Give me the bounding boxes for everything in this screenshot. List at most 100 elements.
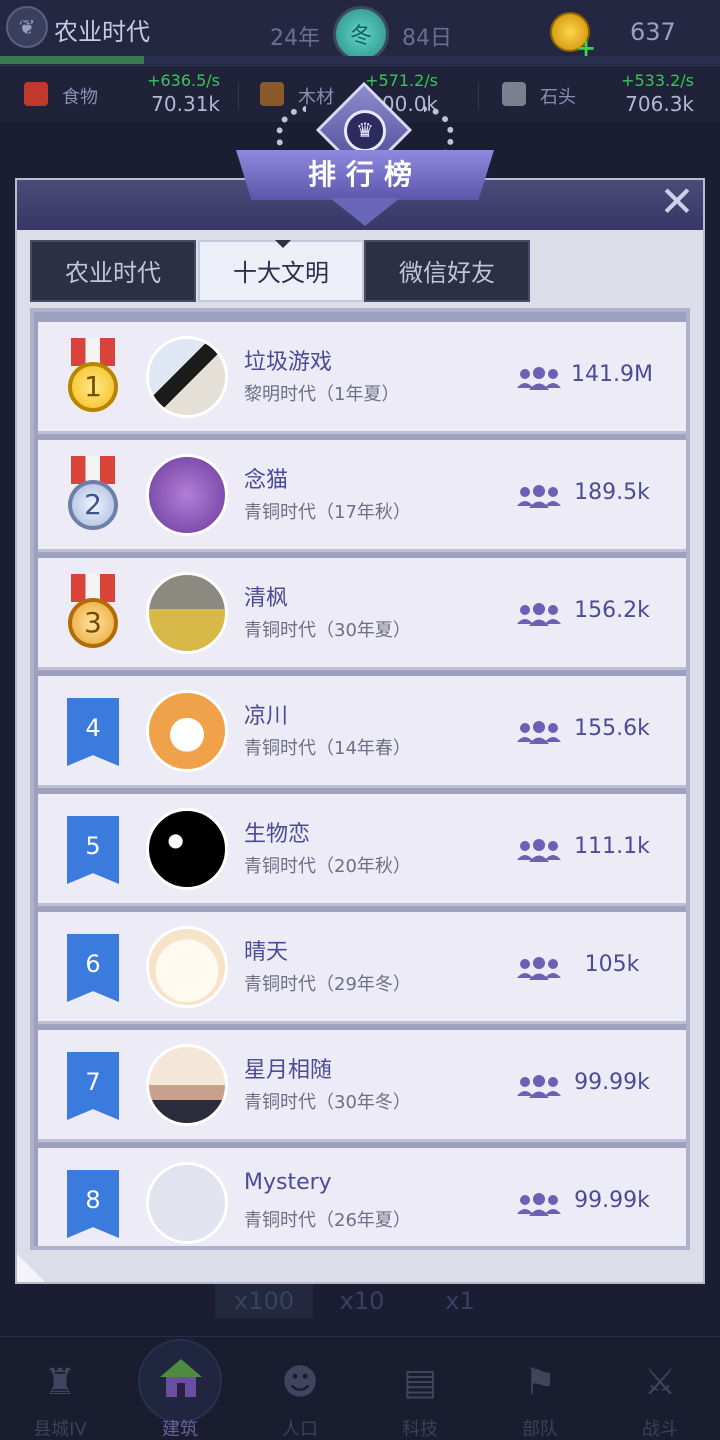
resource-stone[interactable]: 石头 +533.2/s 706.3k [502, 66, 694, 122]
player-era: 青铜时代（20年秋） [244, 856, 411, 877]
avatar[interactable] [146, 1162, 228, 1244]
population-value: 156.2k [574, 598, 650, 623]
nav-population[interactable]: ☻ 人口 [240, 1337, 360, 1440]
leaderboard-list[interactable]: 1 垃圾游戏 黎明时代（1年夏） 141.9M 2 念猫 青铜时代（17年秋） [30, 308, 690, 1250]
house-icon [160, 1359, 202, 1397]
gold-amount: 637 [630, 18, 676, 46]
rank-number: 2 [68, 480, 118, 530]
speed-x100[interactable]: x100 [215, 1284, 313, 1318]
player-name: 凉川 [244, 704, 289, 729]
avatar[interactable] [146, 808, 228, 890]
resource-amount: 70.31k [151, 92, 220, 116]
leaderboard-row[interactable]: 2 念猫 青铜时代（17年秋） 189.5k [38, 440, 686, 552]
avatar[interactable] [146, 454, 228, 536]
resource-name: 食物 [62, 87, 98, 108]
nav-label: 部队 [522, 1419, 558, 1440]
population-value: 99.99k [574, 1188, 650, 1213]
year-label: 24年 [270, 26, 320, 51]
leaderboard-row[interactable]: 3 清枫 青铜时代（30年夏） 156.2k [38, 558, 686, 670]
tab-top-ten-civilizations[interactable]: 十大文明 [198, 240, 364, 302]
gold-medal-icon: 1 [68, 338, 118, 418]
population-icon [517, 367, 561, 390]
player-name: 晴天 [244, 940, 289, 965]
population-icon [517, 603, 561, 626]
leaderboard-row[interactable]: 1 垃圾游戏 黎明时代（1年夏） 141.9M [38, 322, 686, 434]
nav-building[interactable]: 建筑 [120, 1337, 240, 1440]
era-progress-bar [0, 56, 720, 64]
era-name: 农业时代 [54, 18, 150, 46]
player-era: 青铜时代（30年夏） [244, 620, 411, 641]
resource-amount: 706.3k [625, 92, 694, 116]
silver-medal-icon: 2 [68, 456, 118, 536]
avatar[interactable] [146, 926, 228, 1008]
food-icon [24, 82, 48, 106]
resource-rate: +636.5/s [147, 71, 220, 90]
population-icon [517, 839, 561, 862]
avatar[interactable] [146, 572, 228, 654]
resource-name: 石头 [540, 87, 576, 108]
speed-x1[interactable]: x1 [411, 1284, 509, 1318]
rank-flag: 7 [67, 1052, 119, 1120]
tab-agricultural-era[interactable]: 农业时代 [30, 240, 196, 302]
population-value: 141.9M [571, 362, 653, 387]
rank-flag: 5 [67, 816, 119, 884]
nav-label: 科技 [402, 1419, 438, 1440]
tab-wechat-friends[interactable]: 微信好友 [364, 240, 530, 302]
player-era: 青铜时代（14年春） [244, 738, 411, 759]
nav-label: 战斗 [642, 1419, 678, 1440]
nav-label: 人口 [282, 1419, 318, 1440]
player-name: 垃圾游戏 [244, 350, 333, 375]
player-era: 青铜时代（29年冬） [244, 974, 411, 995]
population-icon [517, 1075, 561, 1098]
population-value: 111.1k [574, 834, 650, 859]
wheat-icon[interactable]: ❦ [6, 6, 48, 48]
population-icon [517, 485, 561, 508]
avatar[interactable] [146, 690, 228, 772]
player-name: 清枫 [244, 586, 289, 611]
tab-label: 十大文明 [233, 259, 329, 287]
population-value: 99.99k [574, 1070, 650, 1095]
player-era: 青铜时代（30年冬） [244, 1092, 411, 1113]
nav-troops[interactable]: ⚑ 部队 [480, 1337, 600, 1440]
modal-corner [17, 1254, 45, 1282]
leaderboard-row[interactable]: 7 星月相随 青铜时代（30年冬） 99.99k [38, 1030, 686, 1142]
nav-battle[interactable]: ⚔ 战斗 [600, 1337, 720, 1440]
nav-label: 县城IV [33, 1419, 87, 1440]
population-icon [517, 1193, 561, 1216]
rank-number: 1 [68, 362, 118, 412]
resource-rate: +533.2/s [621, 71, 694, 90]
castle-icon: ♜ [43, 1362, 77, 1403]
population-value: 155.6k [574, 716, 650, 741]
player-era: 青铜时代（17年秋） [244, 502, 411, 523]
rank-number: 3 [68, 598, 118, 648]
avatar[interactable] [146, 336, 228, 418]
population-value: 189.5k [574, 480, 650, 505]
speed-selector: x100 x10 x1 [215, 1284, 509, 1318]
avatar[interactable] [146, 1044, 228, 1126]
nav-town[interactable]: ♜ 县城IV [0, 1337, 120, 1440]
bronze-medal-icon: 3 [68, 574, 118, 654]
banner-icon: ⚑ [523, 1362, 557, 1403]
leaderboard-row[interactable]: 4 凉川 青铜时代（14年春） 155.6k [38, 676, 686, 788]
day-label: 84日 [402, 26, 452, 51]
rank-flag: 8 [67, 1170, 119, 1238]
population-icon [517, 957, 561, 980]
resource-rate: +571.2/s [365, 71, 438, 90]
player-era: 黎明时代（1年夏） [244, 384, 400, 405]
nav-label: 建筑 [162, 1419, 198, 1440]
population-value: 105k [584, 952, 640, 977]
leaderboard-row[interactable]: 5 生物恋 青铜时代（20年秋） 111.1k [38, 794, 686, 906]
close-icon[interactable]: ✕ [653, 180, 701, 228]
crown-icon: ♛ [344, 110, 386, 152]
resource-food[interactable]: 食物 +636.5/s 70.31k [24, 66, 220, 122]
nav-tech[interactable]: ▤ 科技 [360, 1337, 480, 1440]
bottom-nav: ♜ 县城IV 建筑 ☻ 人口 ▤ 科技 ⚑ 部队 ⚔ 战斗 [0, 1336, 720, 1440]
rank-flag: 4 [67, 698, 119, 766]
leaderboard-row[interactable]: 8 Mystery 青铜时代（26年夏） 99.99k [38, 1148, 686, 1246]
population-icon [517, 721, 561, 744]
player-name: 星月相随 [244, 1058, 333, 1083]
speed-x10[interactable]: x10 [313, 1284, 411, 1318]
ribbon-tail [330, 198, 400, 226]
leaderboard-row[interactable]: 6 晴天 青铜时代（29年冬） 105k [38, 912, 686, 1024]
active-tab-indicator [275, 240, 291, 248]
